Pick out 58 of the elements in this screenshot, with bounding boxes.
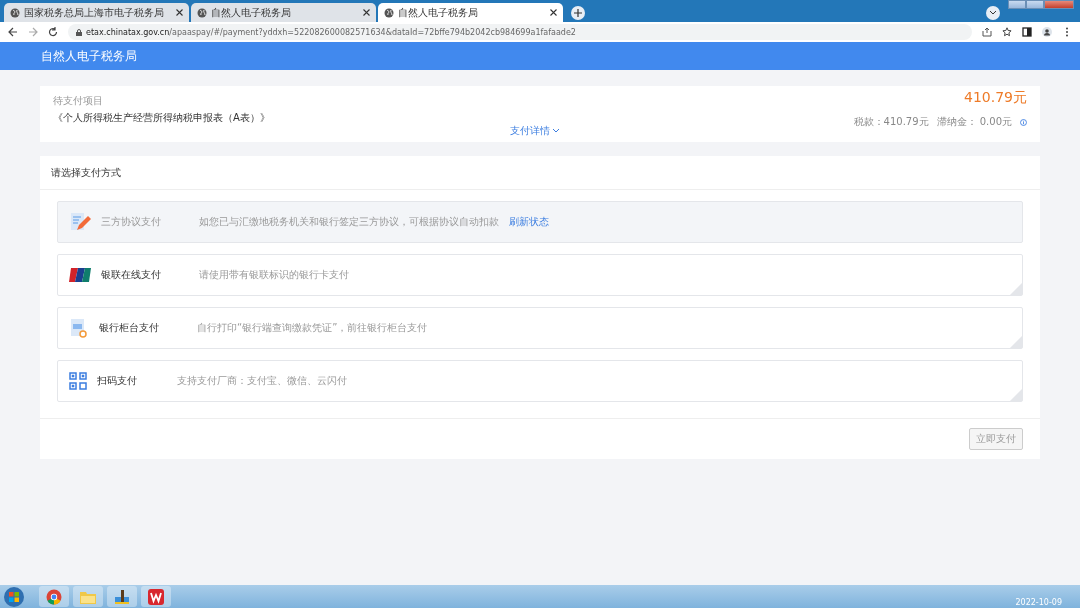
lock-icon	[76, 28, 82, 36]
option-name: 银联在线支付	[101, 268, 162, 282]
globe-icon	[10, 7, 20, 18]
globe-icon	[197, 7, 207, 18]
close-icon[interactable]	[176, 9, 183, 16]
side-panel-icon[interactable]	[1022, 27, 1032, 37]
info-icon[interactable]	[1020, 118, 1027, 126]
document-pencil-icon	[69, 211, 91, 233]
option-description: 如您已与汇缴地税务机关和银行签定三方协议，可根据协议自动扣款	[199, 215, 499, 229]
star-icon[interactable]	[1002, 27, 1012, 37]
chevron-down-icon	[553, 129, 559, 133]
site-title: 自然人电子税务局	[41, 47, 137, 65]
qr-code-icon	[69, 372, 87, 390]
close-icon[interactable]	[550, 9, 557, 16]
taskbar-date: 2022-10-09	[1015, 598, 1062, 607]
payment-option[interactable]: 银行柜台支付 自行打印“银行端查询缴款凭证”，前往银行柜台支付	[57, 307, 1023, 349]
option-description: 请使用带有银联标识的银行卡支付	[199, 268, 349, 282]
corner-mark-icon	[1010, 389, 1022, 401]
option-name: 银行柜台支付	[99, 321, 160, 335]
globe-icon	[384, 7, 394, 18]
details-link[interactable]: 支付详情	[510, 124, 559, 138]
tax-amount: 税款：410.79元	[853, 115, 929, 129]
taskbar-app[interactable]	[39, 586, 69, 607]
profile-icon[interactable]	[1042, 27, 1052, 37]
corner-mark-icon	[1010, 283, 1022, 295]
reload-icon[interactable]	[48, 27, 58, 37]
amount: 410.79元	[964, 89, 1027, 107]
browser-tab[interactable]: 自然人电子税务局	[378, 3, 563, 22]
option-name: 三方协议支付	[101, 215, 162, 229]
close-icon[interactable]	[363, 9, 370, 16]
new-tab-button[interactable]	[571, 6, 585, 20]
option-description: 自行打印“银行端查询缴款凭证”，前往银行柜台支付	[197, 321, 428, 335]
section-title: 请选择支付方式	[40, 156, 1040, 190]
browser-tab[interactable]: 自然人电子税务局	[191, 3, 376, 22]
option-description: 支持支付厂商：支付宝、微信、云闪付	[177, 374, 347, 388]
address-field[interactable]: etax.chinatax.gov.cn/apaaspay/#/payment?yddxh=522082600082571634&dataId=72bffe794b2042cb984699a1fafaade2	[68, 24, 972, 40]
taskbar-app[interactable]	[107, 586, 137, 607]
taskbar-app[interactable]	[141, 586, 171, 607]
back-icon[interactable]	[8, 27, 18, 37]
tab-search-button[interactable]	[986, 6, 1000, 20]
receipt-icon	[69, 317, 89, 339]
payment-option[interactable]: 银联在线支付 请使用带有银联标识的银行卡支付	[57, 254, 1023, 296]
late-fee: 滞纳金： 0.00元	[936, 115, 1012, 129]
installer-icon	[114, 588, 130, 605]
share-icon[interactable]	[982, 27, 992, 37]
bank-card-icon	[69, 268, 91, 282]
browser-icon	[46, 588, 62, 605]
office-app-icon	[148, 588, 164, 605]
option-name: 扫码支付	[97, 374, 138, 388]
item-label: 待支付项目	[53, 94, 104, 108]
payment-option[interactable]: 扫码支付 支持支付厂商：支付宝、微信、云闪付	[57, 360, 1023, 402]
folder-icon	[80, 589, 96, 604]
browser-tab[interactable]: 国家税务总局上海市电子税务局	[4, 3, 189, 22]
start-icon[interactable]	[3, 585, 25, 608]
item-name: 《个人所得税生产经营所得纳税申报表（A表）》	[53, 111, 270, 125]
corner-mark-icon	[1010, 336, 1022, 348]
plus-icon	[574, 9, 582, 17]
chevron-down-icon	[990, 11, 996, 15]
